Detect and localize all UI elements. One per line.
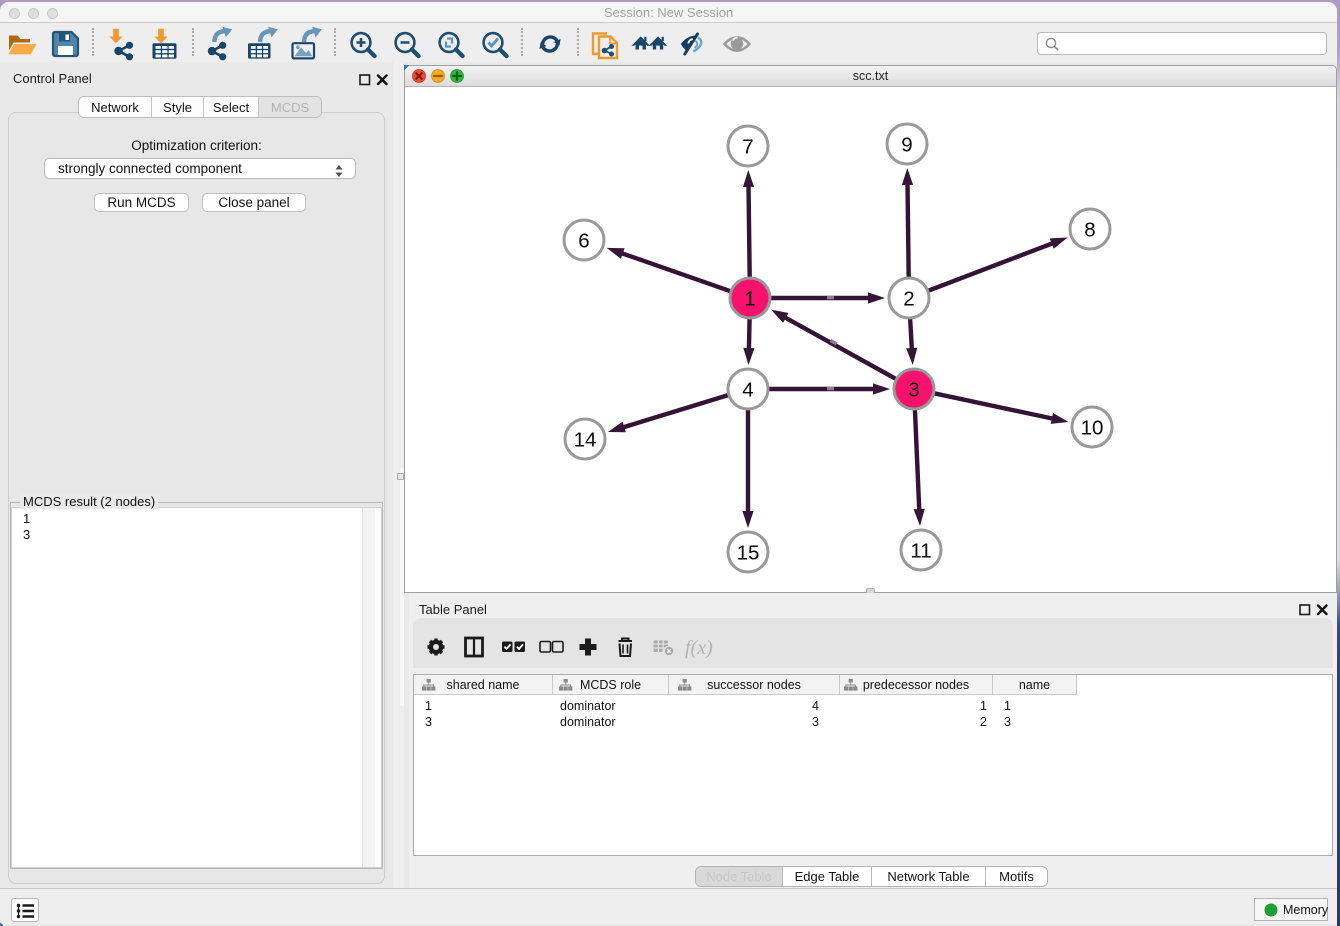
svg-text:1: 1 [744, 287, 755, 310]
svg-text:14: 14 [574, 428, 597, 451]
svg-text:6: 6 [578, 229, 589, 252]
svg-text:8: 8 [1084, 218, 1095, 241]
svg-text:7: 7 [742, 135, 753, 158]
svg-text:10: 10 [1081, 416, 1104, 439]
svg-text:2: 2 [903, 287, 914, 310]
svg-text:15: 15 [737, 541, 760, 564]
svg-text:4: 4 [742, 378, 753, 401]
svg-text:9: 9 [901, 133, 912, 156]
svg-text:3: 3 [908, 378, 919, 401]
svg-text:11: 11 [910, 539, 931, 562]
svg-text:f(x): f(x) [685, 637, 713, 659]
